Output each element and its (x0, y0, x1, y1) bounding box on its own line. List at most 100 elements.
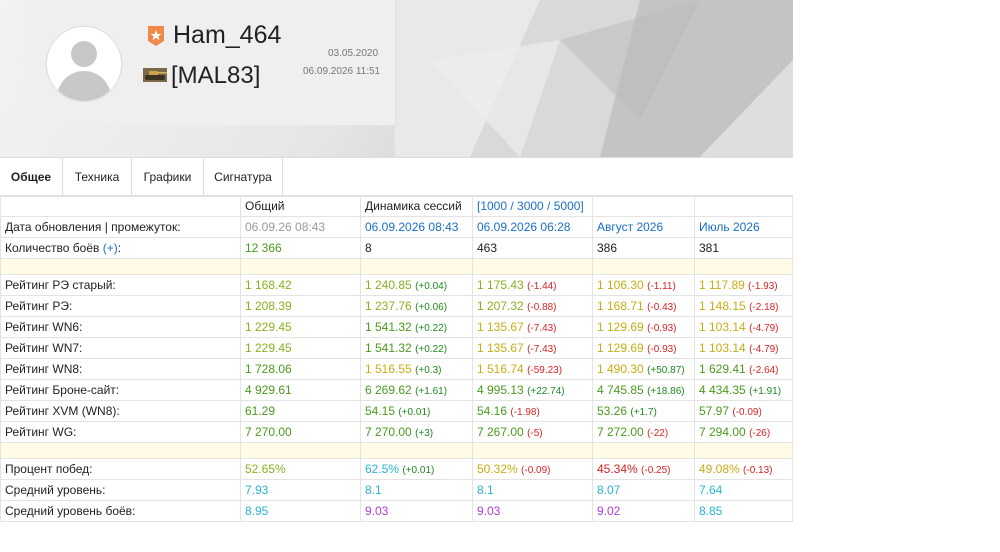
tab-vehicles[interactable]: Техника (63, 158, 132, 196)
row-label: Рейтинг РЭ: (0, 295, 241, 317)
value-cell: 1 541.32 (+0.22) (360, 337, 473, 359)
value-cell: 1 168.71 (-0.43) (592, 295, 695, 317)
value-cell: 9.03 (472, 500, 593, 522)
value-cell: 1 728.06 (240, 358, 361, 380)
value-cell: 7 272.00 (-22) (592, 421, 695, 443)
value-cell: 61.29 (240, 400, 361, 422)
value-cell: 1 135.67 (-7.43) (472, 337, 593, 359)
row-label: Средний уровень боёв: (0, 500, 241, 522)
date-month-august[interactable]: Август 2026 (592, 216, 695, 238)
tab-signature[interactable]: Сигнатура (204, 158, 283, 196)
table-row: Рейтинг РЭ старый: 1 168.42 1 240.85 (+0… (0, 274, 793, 296)
value-cell: 52.65% (240, 458, 361, 480)
tank-icon (143, 68, 167, 82)
clan-tag[interactable]: [MAL83] (171, 62, 260, 90)
value-cell: 1 207.32 (-0.88) (472, 295, 593, 317)
value-cell: 9.02 (592, 500, 695, 522)
registration-date: 03.05.2020 (328, 48, 379, 59)
battles-total: 12 366 (240, 237, 361, 259)
profile-card: Ham_464 [MAL83] 03.05.2020 06.09.2026 11… (23, 0, 396, 125)
value-cell: 1 229.45 (240, 337, 361, 359)
value-cell: 45.34% (-0.25) (592, 458, 695, 480)
value-cell: 4 929.61 (240, 379, 361, 401)
date-total: 06.09.26 08:43 (240, 216, 361, 238)
row-label: Рейтинг Броне-сайт: (0, 379, 241, 401)
battles-session-1: 8 (360, 237, 473, 259)
profile-header: Ham_464 [MAL83] 03.05.2020 06.09.2026 11… (0, 0, 793, 157)
value-cell: 1 103.14 (-4.79) (694, 337, 793, 359)
value-cell: 7 270.00 (+3) (360, 421, 473, 443)
value-cell: 1 103.14 (-4.79) (694, 316, 793, 338)
battles-label: Количество боёв (5, 241, 100, 255)
value-cell: 8.85 (694, 500, 793, 522)
row-label: Дата обновления | промежуток: (0, 216, 241, 238)
value-cell: 1 229.45 (240, 316, 361, 338)
value-cell: 7.64 (694, 479, 793, 501)
value-cell: 1 516.55 (+0.3) (360, 358, 473, 380)
value-cell: 8.1 (360, 479, 473, 501)
value-cell: 1 148.15 (-2.18) (694, 295, 793, 317)
value-cell: 4 745.85 (+18.86) (592, 379, 695, 401)
table-row: Рейтинг WN6: 1 229.45 1 541.32 (+0.22) 1… (0, 316, 793, 338)
value-cell: 7 267.00 (-5) (472, 421, 593, 443)
row-label: Рейтинг WN8: (0, 358, 241, 380)
value-cell: 1 106.30 (-1.11) (592, 274, 695, 296)
value-cell: 53.26 (+1.7) (592, 400, 695, 422)
value-cell: 1 208.39 (240, 295, 361, 317)
value-cell: 54.15 (+0.01) (360, 400, 473, 422)
row-label: Рейтинг WG: (0, 421, 241, 443)
avatar (46, 26, 122, 102)
header-cell (0, 195, 241, 217)
value-cell: 7.93 (240, 479, 361, 501)
value-cell: 7 270.00 (240, 421, 361, 443)
tab-bar: Общее Техника Графики Сигнатура (0, 157, 793, 197)
table-row: Рейтинг XVM (WN8): 61.29 54.15 (+0.01) 5… (0, 400, 793, 422)
value-cell: 1 168.42 (240, 274, 361, 296)
row-label: Рейтинг XVM (WN8): (0, 400, 241, 422)
value-cell: 7 294.00 (-26) (694, 421, 793, 443)
update-date: 06.09.2026 11:51 (303, 66, 381, 77)
table-row-dates: Дата обновления | промежуток: 06.09.26 0… (0, 216, 793, 238)
value-cell: 8.07 (592, 479, 695, 501)
header-cell (592, 195, 695, 217)
value-cell: 1 129.69 (-0.93) (592, 337, 695, 359)
value-cell: 8.1 (472, 479, 593, 501)
table-row-avg-battle-tier: Средний уровень боёв: 8.95 9.03 9.03 9.0… (0, 500, 793, 522)
table-row: Рейтинг WN7: 1 229.45 1 541.32 (+0.22) 1… (0, 337, 793, 359)
rank-badge-icon (148, 26, 164, 46)
header-cell (694, 195, 793, 217)
value-cell: 9.03 (360, 500, 473, 522)
value-cell: 4 434.35 (+1.91) (694, 379, 793, 401)
table-row-battles: Количество боёв (+): 12 366 8 463 386 38… (0, 237, 793, 259)
value-cell: 1 175.43 (-1.44) (472, 274, 593, 296)
date-session-2[interactable]: 06.09.2026 06:28 (472, 216, 593, 238)
date-month-july[interactable]: Июль 2026 (694, 216, 793, 238)
value-cell: 1 240.85 (+0.04) (360, 274, 473, 296)
tab-charts[interactable]: Графики (132, 158, 204, 196)
value-cell: 1 629.41 (-2.64) (694, 358, 793, 380)
battles-august: 386 (592, 237, 695, 259)
battles-plus-link[interactable]: (+) (103, 241, 118, 255)
battles-colon: : (117, 241, 122, 255)
value-cell: 62.5% (+0.01) (360, 458, 473, 480)
separator-row (0, 442, 793, 459)
header-total: Общий (240, 195, 361, 217)
value-cell: 49.08% (-0.13) (694, 458, 793, 480)
separator-row (0, 258, 793, 275)
value-cell: 1 135.67 (-7.43) (472, 316, 593, 338)
header-session-dynamics: Динамика сессий (360, 195, 473, 217)
row-label: Рейтинг WN6: (0, 316, 241, 338)
row-label: Средний уровень: (0, 479, 241, 501)
battles-july: 381 (694, 237, 793, 259)
value-cell: 1 237.76 (+0.06) (360, 295, 473, 317)
value-cell: 1 117.89 (-1.93) (694, 274, 793, 296)
tab-general[interactable]: Общее (0, 158, 63, 196)
header-battle-ranges-link[interactable]: [1000 / 3000 / 5000] (472, 195, 593, 217)
value-cell: 50.32% (-0.09) (472, 458, 593, 480)
date-session-1[interactable]: 06.09.2026 08:43 (360, 216, 473, 238)
value-cell: 1 490.30 (+50.87) (592, 358, 695, 380)
value-cell: 54.16 (-1.98) (472, 400, 593, 422)
value-cell: 1 541.32 (+0.22) (360, 316, 473, 338)
row-label: Рейтинг WN7: (0, 337, 241, 359)
player-nickname: Ham_464 (173, 21, 282, 49)
